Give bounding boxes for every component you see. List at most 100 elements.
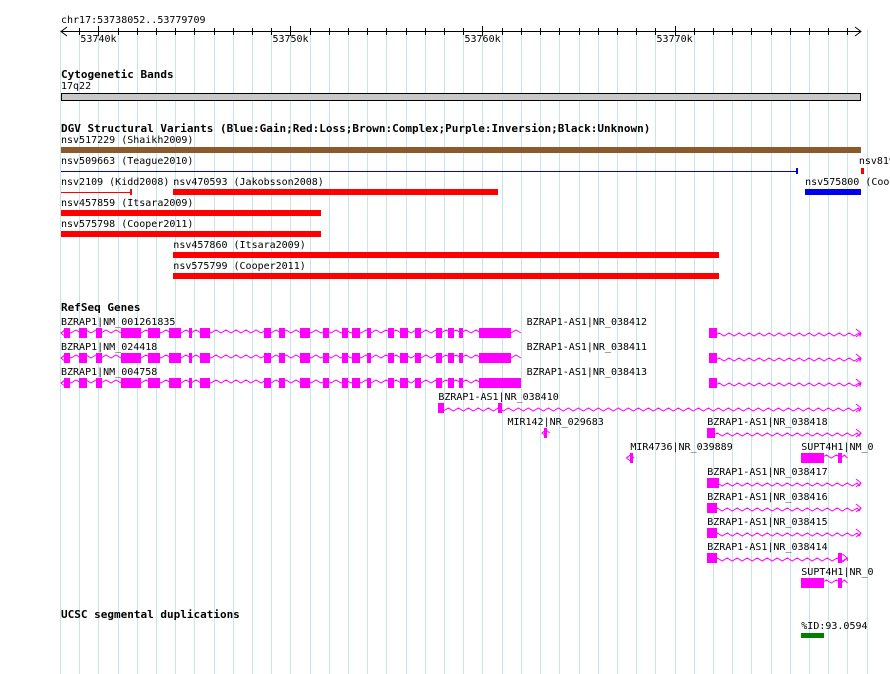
refseq-exon[interactable]	[388, 328, 395, 338]
refseq-gene-label: BZRAP1-AS1|NR_038414	[707, 542, 828, 553]
refseq-exon[interactable]	[188, 353, 193, 363]
refseq-gene-label: BZRAP1-AS1|NR_038413	[526, 367, 648, 378]
refseq-exon[interactable]	[200, 328, 210, 338]
refseq-exon[interactable]	[484, 328, 512, 338]
refseq-exon[interactable]	[323, 353, 329, 363]
refseq-exon[interactable]	[459, 328, 464, 338]
refseq-exon[interactable]	[342, 328, 349, 338]
refseq-exon[interactable]	[79, 378, 87, 388]
refseq-exon[interactable]	[200, 353, 210, 363]
genome-browser-view[interactable]: chr17:53738052..53779709 Cytogenetic Ban…	[0, 0, 890, 674]
refseq-exon[interactable]	[148, 378, 160, 388]
refseq-exon[interactable]	[459, 353, 464, 363]
refseq-exon[interactable]	[484, 378, 521, 388]
refseq-exon[interactable]	[351, 378, 360, 388]
refseq-exon[interactable]	[96, 378, 103, 388]
refseq-exon[interactable]	[188, 328, 193, 338]
refseq-exon[interactable]	[388, 353, 395, 363]
refseq-gene-label: BZRAP1-AS1|NR_038416	[707, 492, 828, 503]
refseq-exon[interactable]	[351, 353, 360, 363]
refseq-exon[interactable]	[121, 353, 141, 363]
refseq-exon[interactable]	[447, 328, 454, 338]
refseq-exon[interactable]	[436, 353, 443, 363]
refseq-exon[interactable]	[837, 453, 842, 463]
refseq-exon[interactable]	[436, 378, 443, 388]
refseq-intron-line	[706, 557, 848, 562]
refseq-exon[interactable]	[388, 378, 395, 388]
refseq-exon[interactable]	[543, 428, 547, 438]
refseq-exon[interactable]	[79, 328, 87, 338]
refseq-exon[interactable]	[436, 328, 443, 338]
refseq-exon[interactable]	[188, 378, 193, 388]
refseq-strand-arrow	[842, 553, 849, 563]
refseq-exon[interactable]	[263, 328, 272, 338]
refseq-exon[interactable]	[351, 328, 360, 338]
refseq-exon[interactable]	[707, 528, 717, 538]
refseq-intron-line	[708, 357, 862, 363]
refseq-exon[interactable]	[447, 378, 454, 388]
refseq-exon[interactable]	[278, 353, 285, 363]
refseq-exon[interactable]	[497, 403, 502, 413]
refseq-exon[interactable]	[709, 353, 717, 363]
refseq-exon[interactable]	[399, 328, 408, 338]
refseq-exon[interactable]	[709, 378, 717, 388]
refseq-exon[interactable]	[63, 328, 70, 338]
refseq-exon[interactable]	[121, 378, 141, 388]
refseq-exon[interactable]	[342, 378, 349, 388]
refseq-intron-line	[708, 332, 862, 338]
refseq-exon[interactable]	[121, 328, 141, 338]
refseq-exon[interactable]	[415, 378, 422, 388]
refseq-exon[interactable]	[148, 353, 160, 363]
refseq-exon[interactable]	[169, 378, 181, 388]
refseq-exon[interactable]	[801, 453, 825, 463]
refseq-exon[interactable]	[300, 378, 310, 388]
refseq-exon[interactable]	[707, 428, 715, 438]
refseq-exon[interactable]	[707, 478, 719, 488]
refseq-exon[interactable]	[837, 578, 842, 588]
refseq-exon[interactable]	[323, 378, 329, 388]
refseq-exon[interactable]	[415, 353, 422, 363]
refseq-exon[interactable]	[709, 328, 717, 338]
refseq-exon[interactable]	[63, 378, 70, 388]
refseq-exon[interactable]	[367, 378, 372, 388]
refseq-exon[interactable]	[169, 353, 181, 363]
refseq-exon[interactable]	[367, 328, 372, 338]
refseq-exon[interactable]	[447, 353, 454, 363]
refseq-gene-label: BZRAP1-AS1|NR_038415	[707, 517, 828, 528]
refseq-gene-label: BZRAP1|NM_024418	[61, 342, 158, 353]
refseq-exon[interactable]	[96, 353, 103, 363]
refseq-intron-line	[706, 507, 862, 512]
refseq-gene-label: MIR4736|NR_039889	[630, 442, 733, 453]
refseq-exon[interactable]	[459, 378, 464, 388]
refseq-exon[interactable]	[484, 353, 512, 363]
refseq-gene-label: BZRAP1|NM_004758	[61, 367, 158, 378]
refseq-exon[interactable]	[263, 378, 272, 388]
refseq-exon[interactable]	[367, 353, 372, 363]
refseq-exon[interactable]	[148, 328, 160, 338]
refseq-exon[interactable]	[63, 353, 70, 363]
refseq-exon[interactable]	[399, 378, 408, 388]
refseq-exon[interactable]	[300, 353, 310, 363]
refseq-exon[interactable]	[278, 328, 285, 338]
segdup-label: %ID:93.0594	[801, 621, 868, 632]
refseq-exon[interactable]	[438, 403, 445, 413]
refseq-exon[interactable]	[399, 353, 408, 363]
refseq-exon[interactable]	[96, 328, 103, 338]
refseq-exon[interactable]	[415, 328, 422, 338]
refseq-exon[interactable]	[169, 328, 181, 338]
refseq-gene-label: BZRAP1-AS1|NR_038417	[707, 467, 828, 478]
refseq-exon[interactable]	[342, 353, 349, 363]
refseq-exon[interactable]	[200, 378, 210, 388]
refseq-exon[interactable]	[300, 328, 310, 338]
refseq-exon[interactable]	[630, 453, 634, 463]
refseq-intron-line	[438, 407, 862, 413]
refseq-exon[interactable]	[79, 353, 87, 363]
refseq-exon[interactable]	[323, 328, 329, 338]
refseq-exon[interactable]	[278, 378, 285, 388]
refseq-exon[interactable]	[707, 553, 717, 563]
segdup-bar[interactable]	[801, 633, 825, 638]
refseq-exon[interactable]	[263, 353, 272, 363]
refseq-exon[interactable]	[801, 578, 825, 588]
refseq-exon[interactable]	[707, 503, 717, 513]
refseq-exon[interactable]	[837, 553, 842, 563]
